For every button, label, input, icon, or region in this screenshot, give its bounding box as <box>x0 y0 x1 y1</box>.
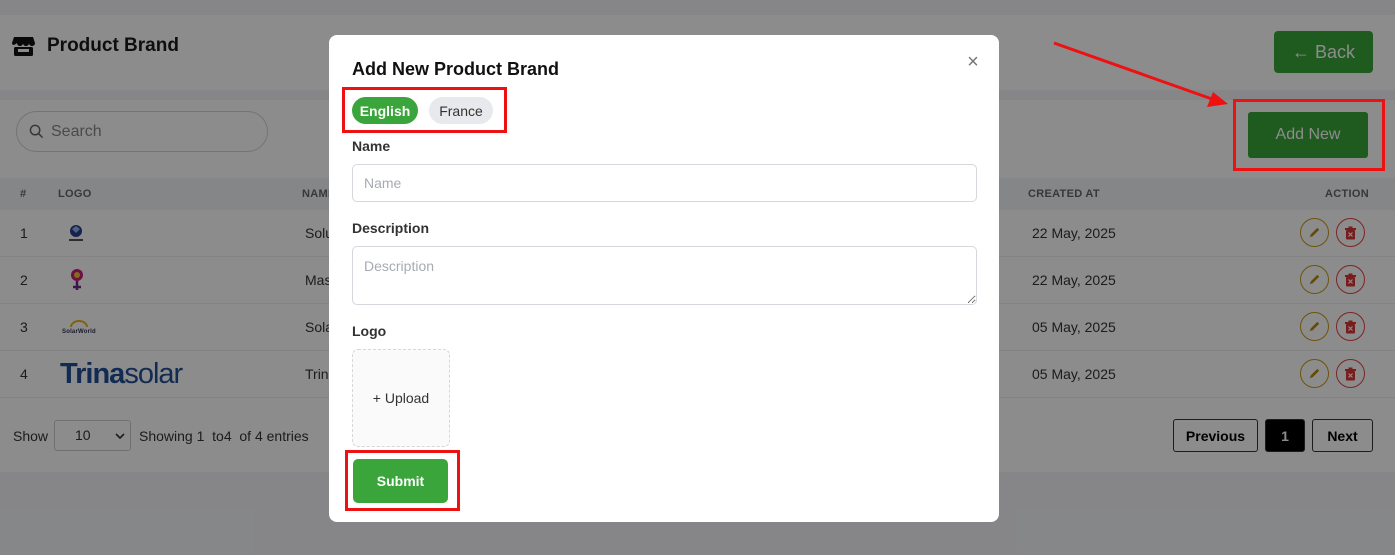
annotation-arrow <box>1053 41 1228 107</box>
